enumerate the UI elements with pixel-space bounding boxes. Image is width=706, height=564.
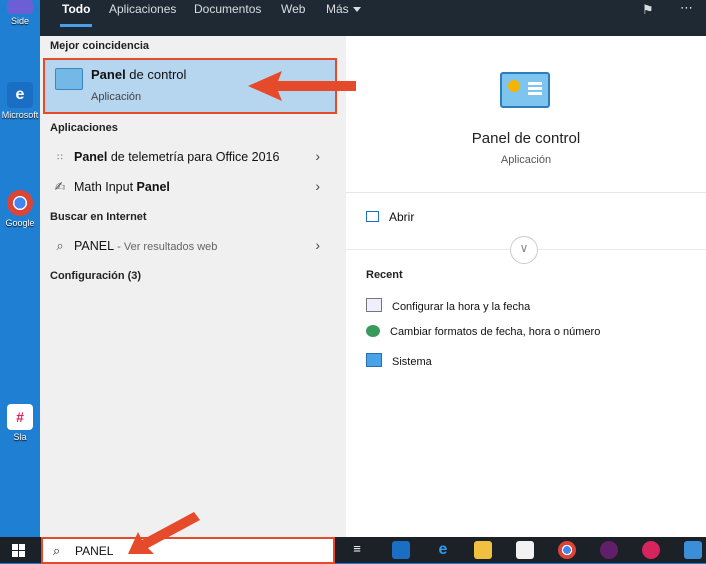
detail-hero: Panel de control Aplicación	[346, 36, 706, 193]
chevron-right-icon[interactable]: ›	[315, 178, 320, 194]
web-heading: Buscar en Internet	[50, 211, 147, 223]
tab-documentos[interactable]: Documentos	[194, 0, 261, 36]
desktop-shortcut-chrome[interactable]: Google	[0, 190, 40, 228]
desktop-shortcut-side[interactable]: Side	[0, 0, 40, 26]
app-label-rest: de telemetría para Office 2016	[107, 150, 280, 164]
recent-item-system[interactable]: Sistema	[366, 353, 432, 368]
edge-icon[interactable]: e	[434, 541, 452, 559]
windows-start-icon[interactable]	[12, 544, 26, 558]
settings-heading[interactable]: Configuración (3)	[50, 270, 141, 282]
results-pane: Mejor coincidencia Panel de control Apli…	[40, 36, 346, 537]
slack-icon: #	[7, 404, 33, 430]
tab-todo[interactable]: Todo	[59, 0, 93, 36]
feedback-icon[interactable]: ⚑	[642, 2, 654, 18]
open-icon	[366, 211, 379, 222]
file-explorer-icon[interactable]	[474, 541, 492, 559]
control-panel-icon	[55, 68, 83, 90]
search-icon: ⌕	[53, 543, 61, 558]
chevron-right-icon[interactable]: ›	[315, 237, 320, 253]
chevron-right-icon[interactable]: ›	[315, 148, 320, 164]
slack-icon[interactable]	[600, 541, 618, 559]
search-icon: ⌕	[56, 238, 64, 253]
sidebar-app-icon	[7, 0, 33, 14]
tab-web[interactable]: Web	[281, 0, 305, 36]
recent-label: Cambiar formatos de fecha, hora o número	[390, 326, 601, 338]
list-item-math-input[interactable]: ✍ Math Input Panel ›	[40, 172, 346, 202]
chrome-icon[interactable]	[558, 541, 576, 559]
web-suffix: - Ver resultados web	[114, 241, 218, 253]
app-label-pre: Math Input	[74, 180, 137, 194]
tab-mas[interactable]: Más	[326, 0, 361, 36]
best-match-title: Panel de control	[91, 67, 186, 82]
detail-pane: Panel de control Aplicación Abrir ∨ Rece…	[346, 36, 706, 537]
taskbar: ⌕ PANEL ≡ e	[0, 537, 706, 564]
recent-label: Configurar la hora y la fecha	[392, 301, 531, 313]
chrome-icon	[7, 190, 33, 216]
telemetry-icon: ∷	[57, 152, 63, 162]
recent-label: Sistema	[392, 356, 432, 368]
ellipsis-icon[interactable]: ⋯	[680, 0, 693, 16]
tab-aplicaciones[interactable]: Aplicaciones	[109, 0, 176, 36]
search-tabs-bar: Todo Aplicaciones Documentos Web Más ⚑ ⋯	[40, 0, 706, 36]
annotation-arrow-best-match	[248, 71, 356, 101]
region-globe-icon	[366, 325, 380, 337]
recent-item-region[interactable]: Cambiar formatos de fecha, hora o número	[366, 325, 600, 338]
app-icon[interactable]	[642, 541, 660, 559]
web-search-label: PANEL - Ver resultados web	[74, 239, 217, 253]
store-icon[interactable]	[516, 541, 534, 559]
expand-chevron-icon[interactable]: ∨	[510, 236, 538, 264]
app-label-bold: Panel	[136, 180, 170, 194]
app-label: Math Input Panel	[74, 180, 170, 194]
edge-icon: e	[7, 82, 33, 108]
recent-item-date-time[interactable]: Configurar la hora y la fecha	[366, 298, 530, 313]
desktop: Side e Microsoft Google # Sla	[0, 0, 40, 537]
best-match-title-rest: de control	[125, 67, 187, 82]
best-match-title-bold: Panel	[91, 67, 126, 82]
list-item-telemetry[interactable]: ∷ Panel de telemetría para Office 2016 ›	[40, 142, 346, 172]
detail-title: Panel de control	[471, 130, 581, 147]
system-monitor-icon	[366, 353, 382, 367]
apps-heading: Aplicaciones	[50, 122, 118, 134]
list-item-web-search[interactable]: ⌕ PANEL - Ver resultados web ›	[40, 231, 346, 261]
best-match-subtitle: Aplicación	[91, 91, 142, 103]
chevron-down-icon	[352, 7, 361, 13]
mail-icon[interactable]	[392, 541, 410, 559]
math-input-icon: ✍	[54, 179, 66, 194]
control-panel-icon	[500, 72, 550, 108]
recent-heading: Recent	[366, 269, 403, 281]
web-query: PANEL	[74, 239, 115, 253]
open-action[interactable]: Abrir	[366, 210, 414, 224]
detail-subtitle: Aplicación	[500, 154, 552, 166]
best-match-heading: Mejor coincidencia	[50, 40, 150, 52]
tab-mas-label: Más	[326, 2, 349, 16]
date-time-icon	[366, 298, 382, 312]
app-label-bold: Panel	[74, 150, 108, 164]
desktop-shortcut-edge[interactable]: e Microsoft	[0, 82, 40, 120]
search-input[interactable]: PANEL	[75, 544, 113, 558]
open-label: Abrir	[389, 210, 415, 224]
desktop-shortcut-slack[interactable]: # Sla	[0, 404, 40, 442]
app-label: Panel de telemetría para Office 2016	[74, 150, 279, 164]
photos-icon[interactable]	[684, 541, 702, 559]
task-view-icon[interactable]: ≡	[348, 541, 366, 559]
annotation-arrow-search-box	[128, 512, 200, 554]
